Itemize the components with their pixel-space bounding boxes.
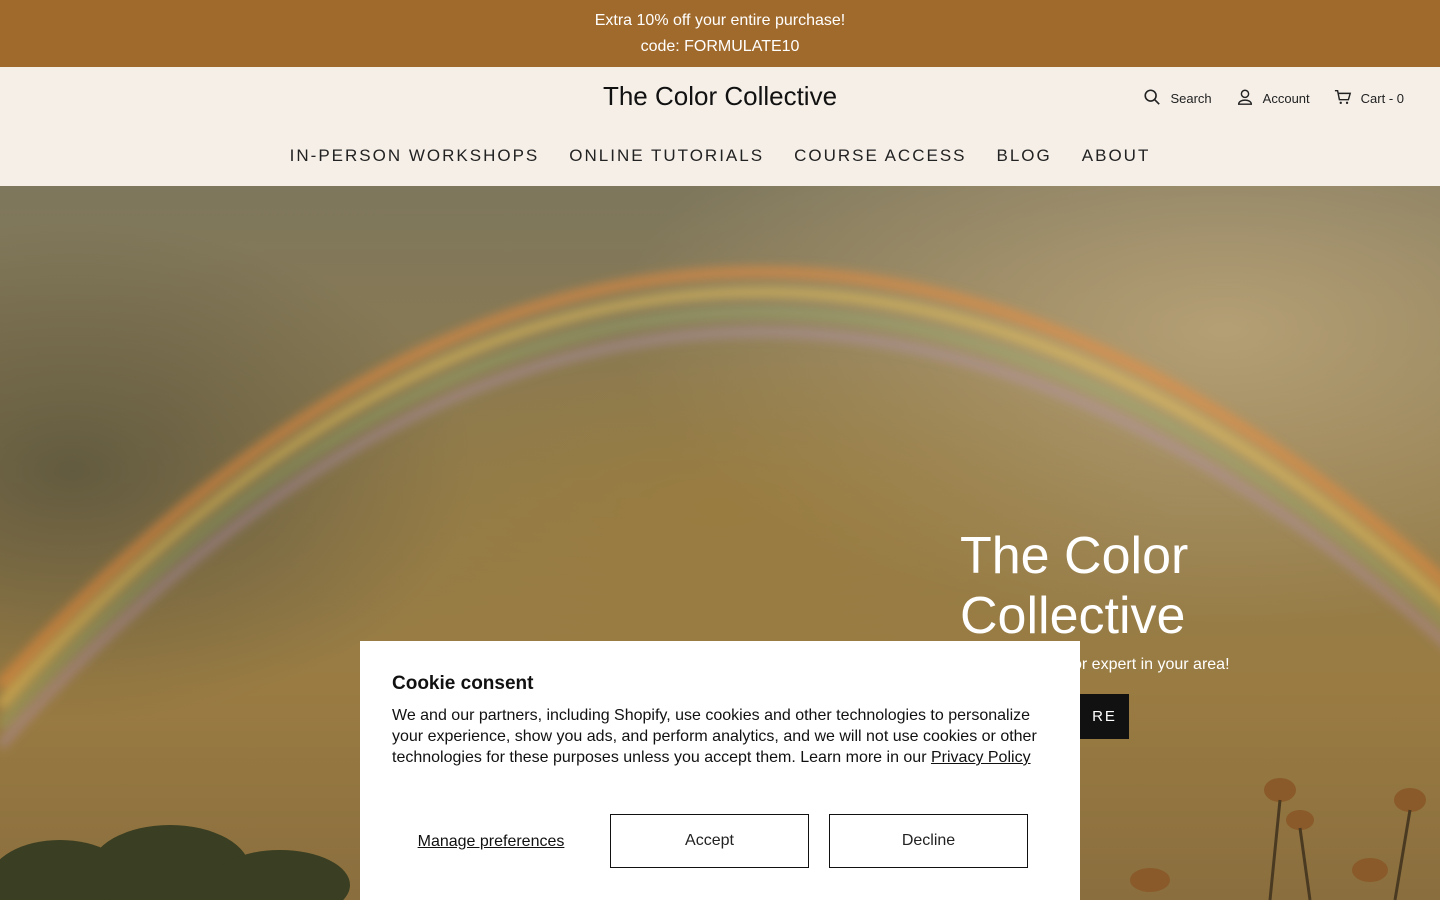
search-icon: [1143, 88, 1161, 109]
cart-label: Cart - 0: [1360, 91, 1404, 106]
nav-item-blog[interactable]: BLOG: [997, 146, 1052, 166]
main-nav: IN-PERSON WORKSHOPS ONLINE TUTORIALS COU…: [0, 146, 1440, 166]
announcement-line-1: Extra 10% off your entire purchase!: [594, 11, 846, 29]
accept-button[interactable]: Accept: [610, 814, 809, 868]
site-header: The Color Collective Search Account Cart…: [0, 67, 1440, 186]
nav-item-in-person-workshops[interactable]: IN-PERSON WORKSHOPS: [290, 146, 540, 166]
search-button[interactable]: Search: [1143, 88, 1212, 109]
cookie-consent-dialog: Cookie consent We and our partners, incl…: [360, 641, 1080, 900]
hero-title-line-1: The Color: [960, 527, 1189, 585]
nav-item-about[interactable]: ABOUT: [1082, 146, 1151, 166]
cart-icon: [1334, 88, 1352, 109]
cookie-body: We and our partners, including Shopify, …: [392, 705, 1048, 768]
account-button[interactable]: Account: [1236, 88, 1310, 109]
decline-button[interactable]: Decline: [829, 814, 1028, 868]
hero-cta-label: RE: [1092, 708, 1117, 725]
header-tools: Search Account Cart - 0: [1143, 88, 1404, 109]
nav-item-course-access[interactable]: COURSE ACCESS: [794, 146, 966, 166]
privacy-policy-link[interactable]: Privacy Policy: [931, 749, 1031, 766]
account-label: Account: [1262, 91, 1310, 106]
cookie-title: Cookie consent: [392, 673, 534, 694]
hero-title-line-2: Collective: [960, 587, 1186, 645]
hero-title: The Color Collective: [960, 526, 1188, 646]
nav-item-online-tutorials[interactable]: ONLINE TUTORIALS: [569, 146, 764, 166]
hero-subtitle: or expert in your area!: [1073, 656, 1230, 673]
manage-preferences-button[interactable]: Manage preferences: [392, 814, 590, 868]
user-icon: [1236, 88, 1254, 109]
cart-button[interactable]: Cart - 0: [1334, 88, 1404, 109]
announcement-bar: Extra 10% off your entire purchase! code…: [0, 0, 1440, 67]
announcement-line-2: code: FORMULATE10: [640, 37, 800, 55]
search-label: Search: [1170, 91, 1212, 106]
